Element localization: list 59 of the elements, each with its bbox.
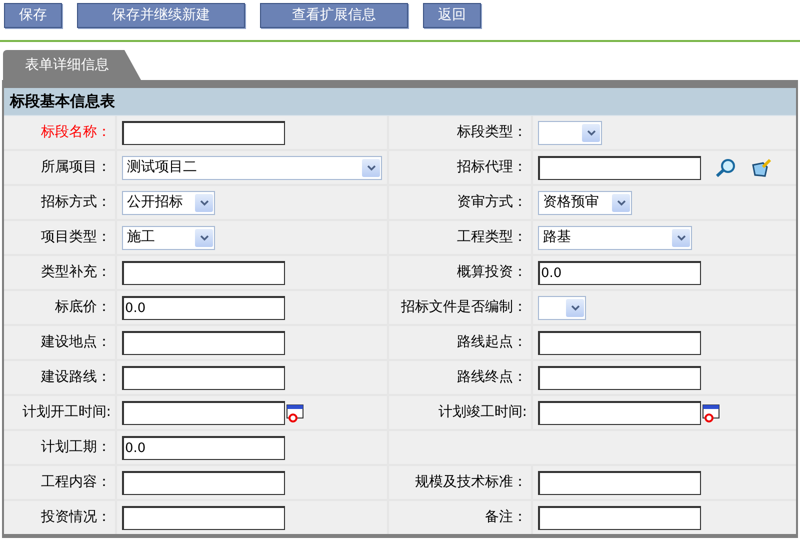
dropdown-value: 施工 [126,228,155,247]
field-label: 招标文件是否编制： [401,298,527,317]
toolbar-button[interactable]: 返回 [423,3,481,28]
field-label: 招标代理： [457,158,527,177]
field-label: 投资情况： [41,508,111,527]
text-field[interactable] [122,260,285,284]
toolbar-button[interactable]: 查看扩展信息 [260,3,408,28]
text-field[interactable] [538,470,701,494]
text-field[interactable] [122,330,285,354]
calendar-icon[interactable] [286,402,304,422]
date-field[interactable] [538,400,701,424]
dropdown[interactable]: 公开招标 [122,190,215,214]
text-field[interactable] [122,120,285,144]
dropdown-value: 公开招标 [126,193,183,212]
field-label: 所属项目： [41,158,111,177]
field-label: 计划竣工时间: [438,403,527,422]
text-field[interactable]: 0.0 [122,436,285,460]
field-label: 工程类型： [457,228,527,247]
dropdown[interactable]: 资格预审 [538,190,632,214]
dropdown-value: 路基 [542,228,571,247]
text-field[interactable] [122,470,285,494]
field-label: 备注： [485,508,527,527]
text-field[interactable] [122,506,285,530]
dropdown[interactable]: 施工 [122,226,215,250]
calendar-icon[interactable] [702,402,720,422]
field-label: 标段名称： [41,123,111,142]
text-field[interactable] [538,366,701,390]
text-field[interactable] [538,156,701,180]
field-label: 计划工期： [41,438,111,457]
field-label: 项目类型： [41,228,111,247]
toolbar-button[interactable]: 保存 [4,3,62,28]
field-label: 概算投资： [457,263,527,282]
field-label: 类型补充： [41,263,111,282]
tab[interactable]: 表单详细信息 [3,50,141,80]
field-label: 建设地点： [41,333,111,352]
field-label: 招标方式： [41,193,111,212]
date-field[interactable] [122,400,285,424]
text-field[interactable] [122,366,285,390]
field-label: 资审方式： [457,193,527,212]
edit-icon[interactable] [751,158,773,178]
text-field[interactable]: 0.0 [122,296,285,320]
section-header: 标段基本信息表 [4,88,796,116]
text-field[interactable] [538,506,701,530]
dropdown[interactable]: 路基 [538,226,692,250]
dropdown-value: 测试项目二 [126,158,197,177]
field-label: 规模及技术标准： [415,473,527,492]
text-field[interactable]: 0.0 [538,260,701,284]
field-label: 标段类型： [457,123,527,142]
field-label: 工程内容： [41,473,111,492]
dropdown-value: 资格预审 [542,193,599,212]
toolbar-button[interactable]: 保存并继续新建 [77,3,245,28]
field-label: 建设路线： [41,368,111,387]
field-label: 路线终点： [457,368,527,387]
field-label: 路线起点： [457,333,527,352]
text-field[interactable] [538,330,701,354]
search-icon[interactable] [715,158,737,178]
field-label: 标底价： [55,298,111,317]
field-label: 计划开工时间: [22,403,111,422]
dropdown[interactable]: 测试项目二 [122,156,382,180]
